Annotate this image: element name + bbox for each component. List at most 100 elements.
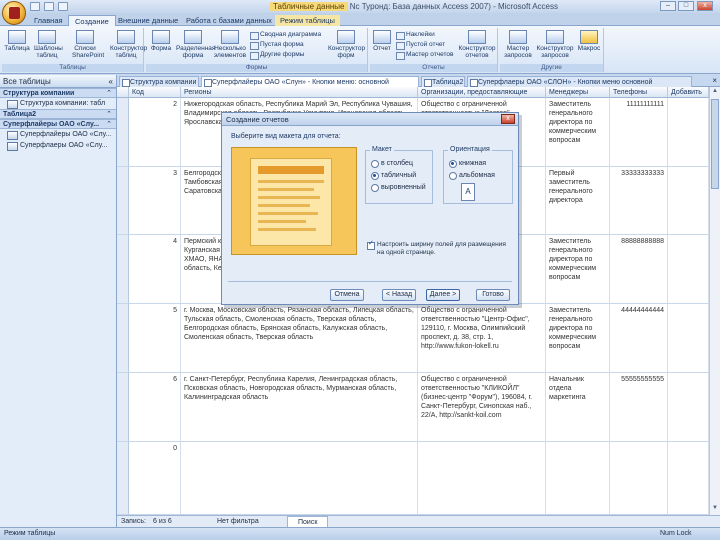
cell-id[interactable]: 3	[129, 167, 181, 235]
doc-tab-table2[interactable]: Таблица2	[421, 76, 465, 87]
office-button[interactable]	[2, 1, 26, 25]
cell-phone[interactable]: 55555555555	[610, 373, 668, 442]
cell-phone[interactable]: 44444444444	[610, 304, 668, 373]
column-header-id[interactable]: Код	[129, 87, 181, 98]
more-forms-button[interactable]: Другие формы	[250, 51, 304, 60]
redo-icon[interactable]	[58, 2, 68, 11]
column-header-organizations[interactable]: Организации, предоставляющие	[418, 87, 546, 98]
cell-id[interactable]: 5	[129, 304, 181, 373]
row-selector[interactable]	[117, 167, 129, 235]
doc-tab-structure[interactable]: Структура компании	[119, 76, 199, 87]
cell-manager[interactable]: Заместитель генерального директора по ко…	[546, 304, 610, 373]
nav-item-superflyers-1[interactable]: Суперфлайеры ОАО «Слу...	[0, 129, 116, 140]
cell-add[interactable]	[668, 373, 709, 442]
cell-manager[interactable]: Заместитель генерального директора по ко…	[546, 98, 610, 167]
report-design-button[interactable]: Конструктор отчетов	[458, 30, 496, 59]
tab-database-tools[interactable]: Работа с базами данных	[186, 15, 272, 26]
cell-add[interactable]	[668, 235, 709, 304]
row-selector[interactable]	[117, 373, 129, 442]
nav-group-superflyers[interactable]: Суперфлайеры ОАО «Слу... ⌃	[0, 119, 116, 129]
query-wizard-button[interactable]: Мастер запросов	[502, 30, 534, 59]
table-templates-button[interactable]: Шаблоны таблиц	[34, 30, 63, 59]
cancel-button[interactable]: Отмена	[330, 289, 364, 301]
select-all[interactable]	[117, 87, 129, 98]
orientation-portrait-radio[interactable]: книжная	[449, 159, 486, 168]
nav-item-structure-table[interactable]: Структура компании: табл	[0, 98, 116, 109]
cell-manager[interactable]	[546, 442, 610, 515]
column-header-add[interactable]: Добавить	[668, 87, 709, 98]
nav-item-superflyers-2[interactable]: Суперфлаеры ОАО «Слу...	[0, 140, 116, 151]
split-form-button[interactable]: Разделенная форма	[176, 30, 215, 59]
column-header-phones[interactable]: Телефоны	[610, 87, 668, 98]
nav-header[interactable]: Все таблицы «	[0, 75, 116, 88]
tab-external-data[interactable]: Внешние данные	[118, 15, 178, 26]
blank-form-button[interactable]: Пустая форма	[250, 41, 304, 50]
close-button[interactable]: x	[697, 1, 713, 11]
tab-datasheet[interactable]: Режим таблицы	[275, 15, 340, 26]
minimize-button[interactable]: –	[660, 1, 676, 11]
report-button[interactable]: Отчет	[371, 30, 393, 52]
form-button[interactable]: Форма	[148, 30, 174, 52]
orientation-landscape-radio[interactable]: альбомная	[449, 171, 495, 180]
nav-group-table2[interactable]: Таблица2 ⌃	[0, 109, 116, 119]
row-selector[interactable]	[117, 98, 129, 167]
row-selector[interactable]	[117, 304, 129, 373]
cell-organization[interactable]: Общество с ограниченной ответственностью…	[418, 304, 546, 373]
table-button[interactable]: Таблица	[4, 30, 30, 52]
vertical-scrollbar[interactable]: ▲ ▼	[709, 87, 720, 515]
cell-phone[interactable]: 88888888888	[610, 235, 668, 304]
report-wizard-button[interactable]: Мастер отчетов	[396, 51, 454, 60]
cell-organization[interactable]	[418, 442, 546, 515]
macro-button[interactable]: Макрос	[576, 30, 602, 52]
cell-add[interactable]	[668, 167, 709, 235]
tab-create[interactable]: Создание	[68, 15, 116, 26]
nav-group-structure[interactable]: Структура компании ⌃	[0, 88, 116, 98]
cell-manager[interactable]: Первый заместитель генерального директор…	[546, 167, 610, 235]
finish-button[interactable]: Готово	[476, 289, 510, 301]
cell-id[interactable]: 6	[129, 373, 181, 442]
cell-phone[interactable]: 11111111111	[610, 98, 668, 167]
cell-manager[interactable]: Начальник отдела маркетинга	[546, 373, 610, 442]
cell-phone[interactable]	[610, 442, 668, 515]
labels-button[interactable]: Наклейки	[396, 31, 435, 40]
scroll-thumb[interactable]	[711, 99, 719, 189]
cell-region[interactable]	[181, 442, 418, 515]
filter-indicator[interactable]: Нет фильтра	[217, 516, 259, 527]
next-button[interactable]: Далее >	[426, 289, 460, 301]
cell-organization[interactable]: Общество с ограниченной ответственностью…	[418, 373, 546, 442]
tab-home[interactable]: Главная	[34, 15, 63, 26]
collapse-nav-icon[interactable]: «	[109, 75, 113, 88]
doc-tab-superflyers-menu[interactable]: Суперфлайеры ОАО «Слун» - Кнопки меню: о…	[201, 76, 419, 87]
maximize-button[interactable]: □	[678, 1, 694, 11]
cell-id[interactable]: 4	[129, 235, 181, 304]
record-position[interactable]: 6 из 6	[153, 516, 172, 527]
cell-phone[interactable]: 33333333333	[610, 167, 668, 235]
save-icon[interactable]	[30, 2, 40, 11]
cell-region[interactable]: г. Москва, Московская область, Рязанская…	[181, 304, 418, 373]
column-header-regions[interactable]: Регионы	[181, 87, 418, 98]
dialog-title-bar[interactable]: Создание отчетов x	[222, 113, 518, 126]
sharepoint-lists-button[interactable]: Списки SharePoint	[72, 30, 104, 59]
form-design-button[interactable]: Конструктор форм	[328, 30, 365, 59]
row-selector[interactable]	[117, 235, 129, 304]
blank-report-button[interactable]: Пустой отчет	[396, 41, 445, 50]
scroll-down-icon[interactable]: ▼	[711, 505, 719, 514]
pivot-chart-button[interactable]: Сводная диаграмма	[250, 31, 321, 40]
layout-tabular-radio[interactable]: табличный	[371, 171, 416, 180]
dialog-close-icon[interactable]: x	[501, 114, 515, 124]
layout-justified-radio[interactable]: выровненный	[371, 183, 426, 192]
cell-region[interactable]: г. Санкт-Петербург, Республика Карелия, …	[181, 373, 418, 442]
multiple-items-button[interactable]: Несколько элементов	[212, 30, 248, 59]
layout-columnar-radio[interactable]: в столбец	[371, 159, 413, 168]
cell-add[interactable]	[668, 442, 709, 515]
close-document-icon[interactable]: ×	[712, 76, 717, 85]
fit-width-checkbox[interactable]: Настроить ширину полей для размещения на…	[367, 240, 512, 257]
back-button[interactable]: < Назад	[382, 289, 416, 301]
cell-id[interactable]: 2	[129, 98, 181, 167]
cell-add[interactable]	[668, 304, 709, 373]
scroll-up-icon[interactable]: ▲	[711, 88, 719, 97]
table-design-button[interactable]: Конструктор таблиц	[110, 30, 147, 59]
query-design-button[interactable]: Конструктор запросов	[536, 30, 574, 59]
cell-add[interactable]	[668, 98, 709, 167]
column-header-managers[interactable]: Менеджеры	[546, 87, 610, 98]
